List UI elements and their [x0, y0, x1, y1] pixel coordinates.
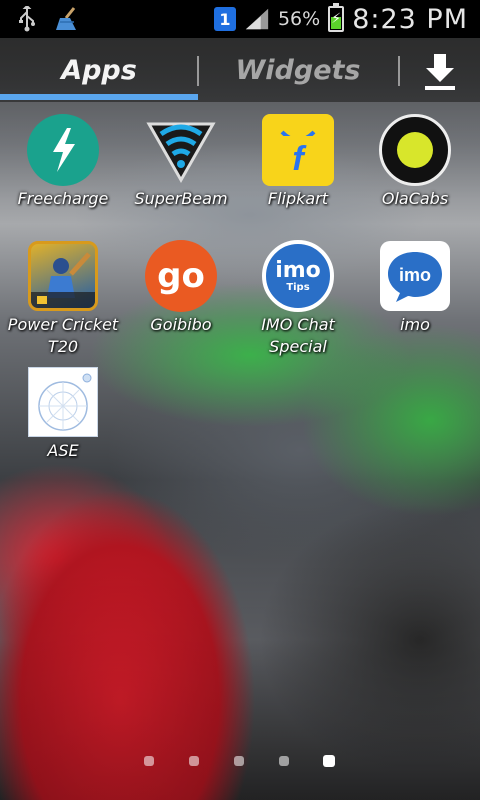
app-olacabs[interactable]: OlaCabs — [357, 114, 473, 210]
usb-icon — [14, 6, 40, 32]
signal-strength-icon — [244, 6, 270, 32]
app-power-cricket[interactable]: Power Cricket T20 — [5, 240, 121, 358]
app-flipkart[interactable]: f Flipkart — [240, 114, 356, 210]
imo-tips-icon: imo Tips — [262, 240, 334, 312]
power-cricket-icon — [27, 240, 99, 312]
imo-icon-text: imo — [399, 265, 431, 285]
app-label: imo — [400, 315, 430, 334]
app-label: IMO Chat Special — [261, 315, 335, 356]
battery-icon: ⚡ — [328, 3, 345, 32]
sim-indicator-icon: 1 — [213, 7, 236, 31]
battery-percent: 56% — [277, 8, 321, 30]
imo-tips-text: imo — [275, 257, 321, 283]
app-superbeam[interactable]: SuperBeam — [123, 114, 239, 210]
app-freecharge[interactable]: Freecharge — [5, 114, 121, 210]
imo-icon: imo — [379, 240, 451, 312]
page-dot[interactable] — [189, 756, 199, 766]
download-icon[interactable] — [412, 46, 468, 98]
page-dot[interactable] — [279, 756, 289, 766]
status-bar: 1 56% ⚡ 8:23 PM — [0, 0, 480, 38]
app-imo[interactable]: imo imo — [357, 240, 473, 336]
app-label: Power Cricket T20 — [7, 315, 119, 356]
goibibo-logo-text: go — [145, 240, 217, 312]
clock: 8:23 PM — [352, 3, 468, 35]
app-goibibo[interactable]: go Goibibo — [123, 240, 239, 336]
page-dot[interactable] — [144, 756, 154, 766]
app-label: OlaCabs — [381, 189, 449, 208]
broom-cleaner-icon — [54, 6, 80, 32]
freecharge-icon — [27, 114, 99, 186]
tab-bar: Apps Widgets — [0, 38, 480, 102]
app-imo-chat-special[interactable]: imo Tips IMO Chat Special — [240, 240, 356, 358]
tab-divider — [398, 56, 400, 86]
goibibo-icon: go — [145, 240, 217, 312]
app-label: ASE — [47, 441, 79, 460]
page-dot[interactable] — [234, 756, 244, 766]
app-label: Flipkart — [267, 189, 329, 208]
app-label: Freecharge — [17, 189, 109, 208]
active-tab-indicator — [0, 94, 198, 100]
imo-tips-subtext: Tips — [286, 281, 310, 293]
page-dot-active[interactable] — [323, 755, 335, 767]
charging-bolt-icon: ⚡ — [331, 11, 342, 27]
tab-widgets[interactable]: Widgets — [198, 38, 398, 102]
app-label: Goibibo — [150, 315, 212, 334]
superbeam-icon — [145, 114, 217, 186]
flipkart-icon: f — [262, 114, 334, 186]
olacabs-icon — [379, 114, 451, 186]
app-label: SuperBeam — [134, 189, 228, 208]
page-indicator — [0, 754, 480, 768]
app-ase[interactable]: ASE — [5, 366, 121, 462]
tab-apps[interactable]: Apps — [0, 38, 198, 102]
ase-icon — [27, 366, 99, 438]
